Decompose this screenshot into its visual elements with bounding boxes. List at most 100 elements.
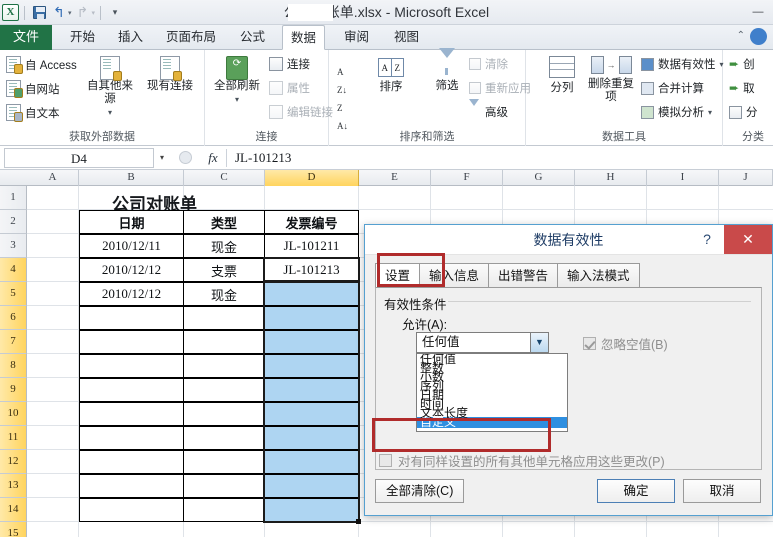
- cell-C12[interactable]: [183, 450, 265, 474]
- cell-D14[interactable]: [264, 498, 359, 522]
- collapse-ribbon-icon[interactable]: ⌃: [737, 30, 745, 41]
- insert-function-icon[interactable]: fx: [200, 150, 226, 166]
- row-header-12[interactable]: 12: [0, 450, 27, 474]
- tab-review[interactable]: 审阅: [336, 25, 377, 50]
- dropdown-option-custom[interactable]: 自定义: [417, 416, 567, 428]
- cell-C5[interactable]: 现金: [183, 282, 265, 306]
- from-web-button[interactable]: 自网站: [6, 80, 60, 98]
- cell-D10[interactable]: [264, 402, 359, 426]
- row-header-13[interactable]: 13: [0, 474, 27, 498]
- cell-C8[interactable]: [183, 354, 265, 378]
- row-header-14[interactable]: 14: [0, 498, 27, 522]
- remove-duplicates-button[interactable]: → 删除重复项: [586, 56, 636, 104]
- cell-D8[interactable]: [264, 354, 359, 378]
- apply-all-checkbox[interactable]: [379, 454, 392, 467]
- cell-C11[interactable]: [183, 426, 265, 450]
- refresh-all-dropdown-icon[interactable]: ▾: [235, 93, 239, 106]
- existing-connections-button[interactable]: 现有连接: [142, 56, 198, 93]
- cell-C4[interactable]: 支票: [183, 258, 265, 282]
- cell-B4[interactable]: 2010/12/12: [79, 258, 184, 282]
- ok-button[interactable]: 确定: [597, 479, 675, 503]
- cancel-button[interactable]: 取消: [683, 479, 761, 503]
- dialog-tab-input-msg[interactable]: 输入信息: [419, 263, 490, 288]
- name-box-dropdown-icon[interactable]: ▾: [154, 153, 170, 162]
- from-other-sources-button[interactable]: 自其他来源 ▾: [82, 56, 138, 119]
- column-header-D[interactable]: D: [265, 170, 359, 186]
- row-header-1[interactable]: 1: [0, 186, 27, 210]
- dialog-tab-ime-mode[interactable]: 输入法模式: [557, 263, 640, 288]
- refresh-all-button[interactable]: ⟳ 全部刷新 ▾: [209, 56, 265, 106]
- row-header-6[interactable]: 6: [0, 306, 27, 330]
- dialog-tab-error-alert[interactable]: 出错警告: [488, 263, 559, 288]
- cell-B3[interactable]: 2010/12/11: [79, 234, 184, 258]
- cell-B5[interactable]: 2010/12/12: [79, 282, 184, 306]
- allow-dropdown-list[interactable]: 任何值 整数 小数 序列 日期 时间 文本长度 自定义: [416, 353, 568, 432]
- tab-formulas[interactable]: 公式: [232, 25, 273, 50]
- tab-home[interactable]: 开始: [62, 25, 103, 50]
- help-icon[interactable]: [750, 28, 767, 45]
- cell-D12[interactable]: [264, 450, 359, 474]
- consolidate-button[interactable]: 合并计算: [641, 80, 704, 96]
- tab-file[interactable]: 文件: [0, 25, 53, 50]
- allow-combobox-dropdown-icon[interactable]: ▼: [530, 333, 548, 352]
- subtotal-button[interactable]: 分: [729, 104, 758, 120]
- text-to-columns-button[interactable]: 分列: [534, 56, 590, 95]
- cell-D13[interactable]: [264, 474, 359, 498]
- tab-data[interactable]: 数据: [282, 25, 326, 50]
- row-header-2[interactable]: 2: [0, 210, 27, 234]
- what-if-analysis-button[interactable]: 模拟分析 ▾: [641, 104, 712, 120]
- cell-C9[interactable]: [183, 378, 265, 402]
- ignore-blank-checkbox[interactable]: [583, 337, 596, 350]
- column-header-G[interactable]: G: [503, 170, 575, 186]
- cell-B9[interactable]: [79, 378, 184, 402]
- cell-C13[interactable]: [183, 474, 265, 498]
- cell-B13[interactable]: [79, 474, 184, 498]
- column-header-H[interactable]: H: [575, 170, 647, 186]
- formula-input[interactable]: JL-101213: [227, 148, 773, 168]
- column-header-A[interactable]: A: [27, 170, 79, 186]
- connections-button[interactable]: 连接: [269, 56, 310, 72]
- cell-C10[interactable]: [183, 402, 265, 426]
- cell-C6[interactable]: [183, 306, 265, 330]
- cell-D9[interactable]: [264, 378, 359, 402]
- cell-D6[interactable]: [264, 306, 359, 330]
- clear-all-button[interactable]: 全部清除(C): [375, 479, 465, 503]
- cell-B10[interactable]: [79, 402, 184, 426]
- table-header-date[interactable]: 日期: [79, 210, 184, 234]
- row-header-4[interactable]: 4: [0, 258, 27, 282]
- dialog-help-icon[interactable]: ?: [698, 229, 716, 249]
- row-header-9[interactable]: 9: [0, 378, 27, 402]
- insert-function-circle-icon[interactable]: [178, 151, 192, 164]
- cell-C3[interactable]: 现金: [183, 234, 265, 258]
- cell-C14[interactable]: [183, 498, 265, 522]
- name-box[interactable]: D4: [4, 147, 154, 168]
- column-header-E[interactable]: E: [359, 170, 431, 186]
- row-header-11[interactable]: 11: [0, 426, 27, 450]
- data-validation-button[interactable]: 数据有效性 ▾: [641, 56, 724, 72]
- tab-insert[interactable]: 插入: [110, 25, 151, 50]
- column-header-J[interactable]: J: [719, 170, 773, 186]
- what-if-dropdown-icon[interactable]: ▾: [708, 108, 712, 117]
- cell-D5[interactable]: [264, 282, 359, 306]
- apply-all-row[interactable]: 对有同样设置的所有其他单元格应用这些更改(P): [379, 451, 665, 470]
- group-button[interactable]: ➨ 创: [729, 56, 755, 72]
- row-header-10[interactable]: 10: [0, 402, 27, 426]
- cell-D3[interactable]: JL-101211: [264, 234, 359, 258]
- table-header-type[interactable]: 类型: [183, 210, 265, 234]
- column-header-C[interactable]: C: [184, 170, 265, 186]
- row-header-3[interactable]: 3: [0, 234, 27, 258]
- cell-D4-active[interactable]: JL-101213: [264, 258, 359, 282]
- cell-D11[interactable]: [264, 426, 359, 450]
- allow-combobox[interactable]: 任何值 ▼: [416, 332, 549, 353]
- minimize-button[interactable]: —: [745, 2, 771, 22]
- row-header-15[interactable]: 15: [0, 522, 27, 537]
- sort-button[interactable]: AZ 排序: [363, 58, 419, 94]
- sort-ascending-button[interactable]: A Z↓: [337, 62, 347, 98]
- column-header-B[interactable]: B: [79, 170, 184, 186]
- ignore-blank-row[interactable]: 忽略空值(B): [583, 334, 668, 353]
- tab-pagelayout[interactable]: 页面布局: [158, 25, 224, 50]
- advanced-filter-button[interactable]: 高级: [469, 99, 508, 120]
- ungroup-button[interactable]: ➨ 取: [729, 80, 755, 96]
- cell-C7[interactable]: [183, 330, 265, 354]
- cell-B11[interactable]: [79, 426, 184, 450]
